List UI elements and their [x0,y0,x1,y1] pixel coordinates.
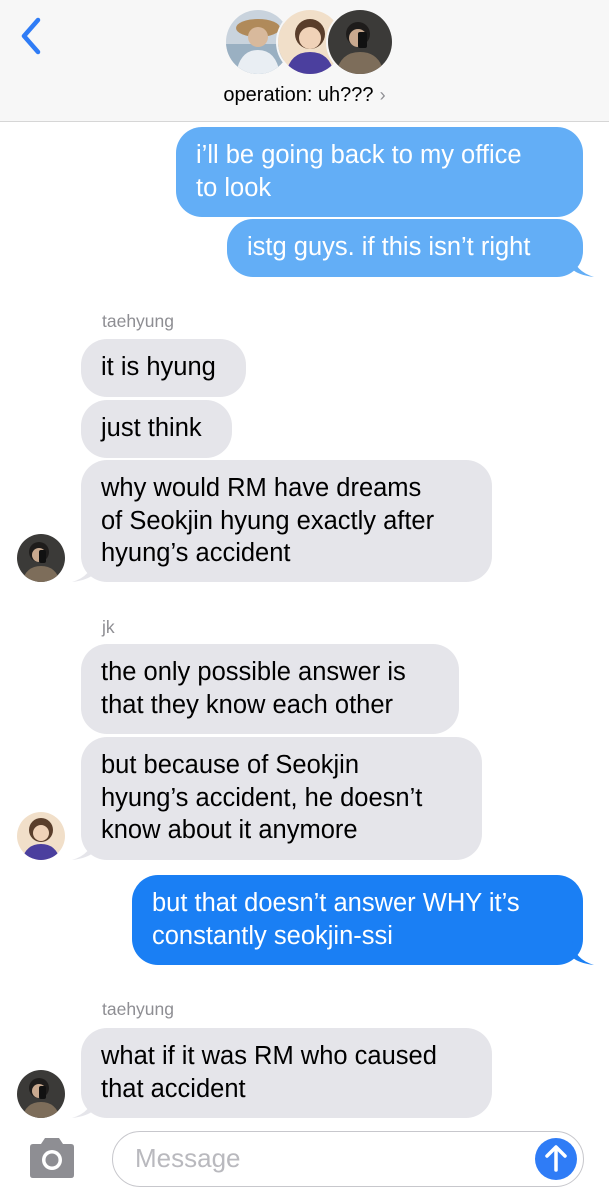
sender-avatar[interactable] [17,812,65,860]
camera-button[interactable] [26,1137,78,1179]
message-input[interactable]: Message [112,1131,584,1187]
message-line: it is hyung [101,353,216,381]
sender-avatar[interactable] [17,1070,65,1118]
group-name[interactable]: operation: uh??? › [0,84,609,107]
bubble-tail [572,941,594,965]
incoming-message[interactable]: but because of Seokjin hyung’s accident,… [81,737,482,860]
chevron-right-icon: › [379,85,386,105]
message-line: to look [196,173,272,202]
outgoing-message[interactable]: but that doesn’t answer WHY it’s constan… [132,875,583,965]
outgoing-message[interactable]: istg guys. if this isn’t right [227,219,583,277]
outgoing-message[interactable]: i’ll be going back to my office to look [176,127,583,217]
message-line: that they know each other [101,690,394,719]
member-avatar [326,8,394,76]
incoming-message[interactable]: it is hyung [81,339,246,397]
message-line: but that doesn’t answer WHY it’s [152,889,520,917]
message-line: why would RM have dreams [101,474,422,502]
chevron-left-icon [21,17,41,55]
bubble-tail [72,1094,94,1118]
sender-name: taehyung [102,999,175,1019]
bubble-tail [72,836,94,860]
message-line: constantly seokjin-ssi [152,921,393,950]
bubble-tail [572,253,594,277]
message-line: know about it anymore [101,816,358,844]
message-line: hyung’s accident [101,539,291,567]
message-line: hyung’s accident, he doesn’t [101,783,423,812]
message-line: just think [101,414,202,442]
send-button[interactable] [534,1137,578,1181]
bubble-tail [72,558,94,582]
message-line: of Seokjin hyung exactly after [101,506,435,535]
message-line: but because of Seokjin [101,751,360,779]
incoming-message[interactable]: what if it was RM who caused that accide… [81,1028,492,1118]
sender-avatar[interactable] [17,534,65,582]
arrow-up-icon [535,1138,577,1180]
sender-name: taehyung [102,311,175,331]
camera-icon [30,1138,74,1178]
back-button[interactable] [14,14,54,58]
group-avatars[interactable] [224,8,394,76]
incoming-message[interactable]: the only possible answer is that they kn… [81,644,459,734]
message-line: i’ll be going back to my office [196,141,522,169]
message-line: the only possible answer is [101,658,406,686]
incoming-message[interactable]: just think [81,400,232,458]
conversation-header: operation: uh??? › [0,0,609,122]
message-line: istg guys. if this isn’t right [247,233,531,261]
message-line: what if it was RM who caused [101,1042,437,1070]
sender-name: jk [102,617,115,637]
message-line: that accident [101,1074,246,1103]
group-name-label: operation: uh??? [223,84,374,106]
incoming-message[interactable]: why would RM have dreams of Seokjin hyun… [81,460,492,582]
message-input-placeholder: Message [135,1143,241,1173]
